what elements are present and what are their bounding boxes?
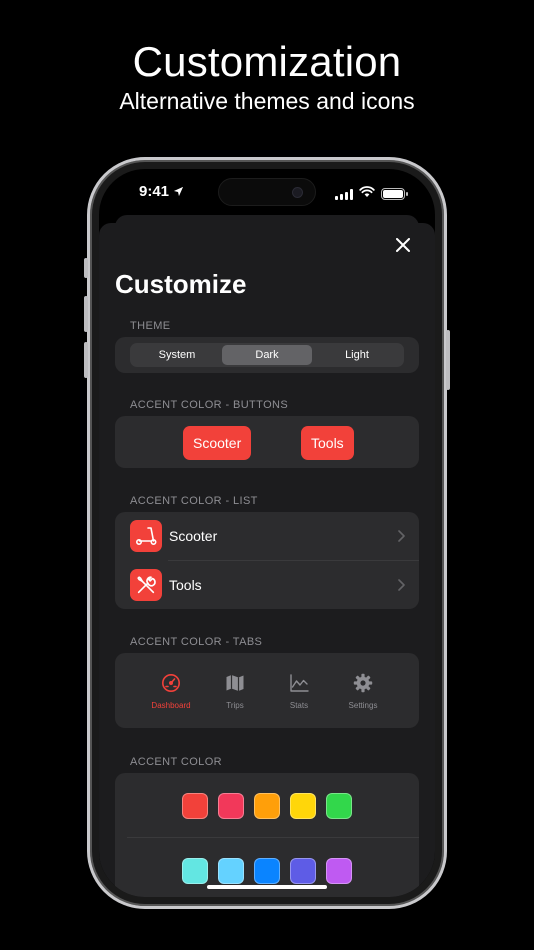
swatch-row (115, 793, 419, 819)
map-icon (225, 673, 245, 698)
close-icon (396, 237, 410, 257)
gear-icon (353, 673, 373, 698)
color-swatch[interactable] (254, 858, 280, 884)
accent-buttons-group: Scooter Tools (115, 416, 419, 468)
color-swatch[interactable] (182, 793, 208, 819)
tab-label: Trips (226, 701, 244, 710)
signal-icon (335, 188, 353, 200)
accent-tabs-section-label: ACCENT COLOR - TABS (130, 636, 263, 648)
tools-button[interactable]: Tools (301, 426, 354, 460)
battery-icon (381, 188, 408, 200)
wifi-icon (359, 185, 375, 203)
theme-segmented-control: System Dark Light (130, 343, 404, 367)
color-swatch[interactable] (218, 793, 244, 819)
chevron-right-icon (398, 529, 405, 547)
tab-label: Dashboard (151, 701, 191, 710)
color-swatch[interactable] (182, 858, 208, 884)
accent-color-group (115, 773, 419, 897)
dynamic-island (218, 178, 316, 206)
swatch-divider (127, 837, 419, 838)
color-swatch[interactable] (290, 858, 316, 884)
customize-sheet: Customize THEME System Dark Light ACCENT… (99, 223, 435, 897)
power-button (446, 330, 450, 390)
theme-option-dark[interactable]: Dark (222, 345, 312, 365)
accent-list-section-label: ACCENT COLOR - LIST (130, 495, 258, 507)
sheet-title: Customize (115, 269, 247, 299)
list-item-label: Tools (169, 577, 202, 593)
color-swatch[interactable] (218, 858, 244, 884)
color-swatch[interactable] (326, 858, 352, 884)
location-arrow-icon (173, 184, 184, 201)
color-swatch[interactable] (254, 793, 280, 819)
status-time: 9:41 (139, 183, 184, 201)
chart-icon (289, 673, 309, 698)
list-item-label: Scooter (169, 528, 218, 544)
action-button (84, 258, 88, 278)
scooter-button[interactable]: Scooter (183, 426, 252, 460)
volume-up-button (84, 296, 88, 332)
color-swatch[interactable] (326, 793, 352, 819)
camera-icon (292, 187, 303, 198)
accent-tabs-group: Dashboard Trips Stats Settings (115, 653, 419, 728)
tab-bar: Dashboard Trips Stats Settings (141, 673, 393, 710)
volume-down-button (84, 342, 88, 378)
tab-dashboard[interactable]: Dashboard (141, 673, 201, 710)
theme-section-label: THEME (130, 320, 171, 332)
phone-screen: 9:41 Customize THEME System Dark Light A… (99, 169, 435, 897)
promo-subtitle: Alternative themes and icons (119, 88, 415, 114)
status-icons (335, 185, 408, 203)
tab-trips[interactable]: Trips (205, 673, 265, 710)
color-swatch[interactable] (290, 793, 316, 819)
tab-stats[interactable]: Stats (269, 673, 329, 710)
tab-label: Stats (289, 701, 309, 710)
tab-label: Settings (348, 701, 378, 710)
list-item-tools[interactable]: Tools (115, 561, 419, 609)
theme-option-system[interactable]: System (132, 345, 222, 365)
chevron-right-icon (398, 578, 405, 596)
tab-settings[interactable]: Settings (333, 673, 393, 710)
accent-list-group: Scooter Tools (115, 512, 419, 609)
theme-group: System Dark Light (115, 337, 419, 373)
accent-color-section-label: ACCENT COLOR (130, 756, 222, 768)
close-button[interactable] (389, 233, 417, 261)
tools-icon (130, 569, 162, 601)
theme-option-light[interactable]: Light (312, 345, 402, 365)
scooter-icon (130, 520, 162, 552)
swatch-row (115, 858, 419, 884)
home-indicator (207, 885, 327, 889)
promo-title: Customization (132, 38, 402, 85)
list-item-scooter[interactable]: Scooter (115, 512, 419, 561)
accent-buttons-section-label: ACCENT COLOR - BUTTONS (130, 399, 289, 411)
speedometer-icon (161, 673, 181, 698)
